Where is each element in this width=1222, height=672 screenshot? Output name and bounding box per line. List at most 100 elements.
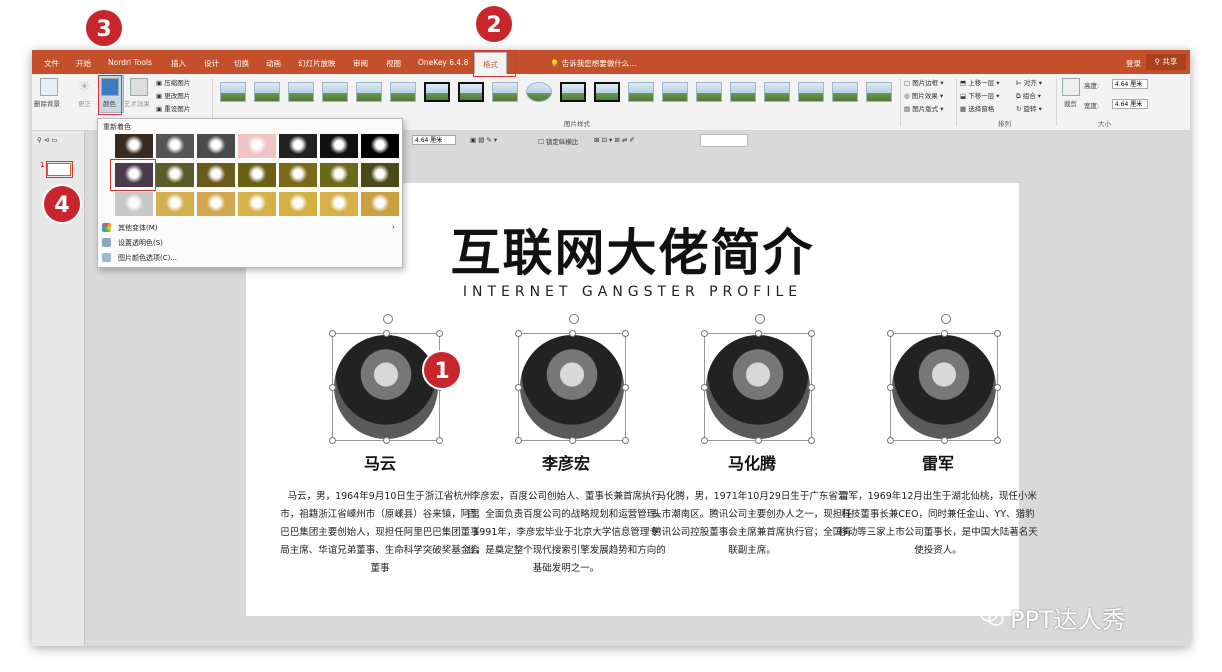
rotate[interactable]: ↻ 旋转 ▾ [1016,103,1042,113]
picture-layout[interactable]: ▤ 图片版式 ▾ [904,103,944,113]
picture-style-thumb[interactable] [662,82,688,102]
corrections-label[interactable]: 更正 [78,98,91,108]
tab-1[interactable]: 开始 [76,58,91,69]
picture-style-thumb[interactable] [220,82,246,102]
resize-handle[interactable] [329,384,336,391]
resize-handle[interactable] [515,437,522,444]
lock-aspect-checkbox[interactable]: ☐ 锁定纵横比 [538,136,578,146]
picture-style-thumb[interactable] [696,82,722,102]
picture-style-thumb[interactable] [322,82,348,102]
corrections-icon[interactable]: ☀ [78,79,91,95]
photo-selection[interactable] [329,314,443,444]
picture-style-thumb[interactable] [594,82,620,102]
recolor-swatch[interactable] [238,192,276,216]
recolor-swatch[interactable] [279,192,317,216]
recolor-swatch[interactable] [279,163,317,187]
share-button[interactable]: ⚲ 共享 [1146,54,1186,70]
recolor-swatch[interactable] [156,134,194,158]
slide-subtitle[interactable]: INTERNET GANGSTER PROFILE [246,284,1019,300]
toolbar-icons-right[interactable]: ⊠ ⊡ ▾ ⊞ ⇄ ✐ [594,136,635,144]
resize-handle[interactable] [994,330,1001,337]
resize-handle[interactable] [383,437,390,444]
height-input[interactable]: 4.64 厘米 [1112,79,1148,89]
tab-5[interactable]: 切换 [234,58,249,69]
picture-style-thumb[interactable] [832,82,858,102]
resize-handle[interactable] [569,437,576,444]
tab-0[interactable]: 文件 [44,58,59,69]
resize-handle[interactable] [887,384,894,391]
tab-10[interactable]: OneKey 6.4.8 [418,58,468,67]
selection-pane[interactable]: ▦ 选择窗格 [960,103,994,113]
recolor-swatch[interactable] [279,134,317,158]
picture-style-thumb[interactable] [798,82,824,102]
picture-style-thumb[interactable] [458,82,484,102]
profile-photo[interactable] [520,335,624,439]
resize-handle[interactable] [436,437,443,444]
resize-handle[interactable] [755,330,762,337]
resize-handle[interactable] [569,330,576,337]
recolor-swatch[interactable] [156,192,194,216]
picture-style-thumb[interactable] [560,82,586,102]
resize-handle[interactable] [808,384,815,391]
color-select[interactable] [700,134,748,147]
resize-handle[interactable] [941,437,948,444]
tab-6[interactable]: 动画 [266,58,281,69]
recolor-swatch[interactable] [197,134,235,158]
picture-border[interactable]: ▢ 图片边框 ▾ [904,77,944,87]
tab-7[interactable]: 幻灯片放映 [298,58,336,69]
recolor-swatch[interactable] [115,134,153,158]
tab-9[interactable]: 视图 [386,58,401,69]
profile-photo[interactable] [892,335,996,439]
recolor-swatch[interactable] [361,192,399,216]
person-name[interactable]: 马化腾 [652,450,852,474]
remove-background-label[interactable]: 删除背景 [34,98,60,108]
picture-style-thumb[interactable] [254,82,280,102]
recolor-swatch[interactable] [115,192,153,216]
person-name[interactable]: 马云 [280,450,480,474]
picture-style-thumb[interactable] [424,82,450,102]
person-description[interactable]: 马云，男，1964年9月10日生于浙江省杭州市，祖籍浙江省嵊州市（原嵊县）谷来镇… [280,488,480,578]
rotate-handle-icon[interactable] [941,314,951,324]
art-effects-label[interactable]: 艺术效果 [124,98,150,108]
rotate-handle-icon[interactable] [383,314,393,324]
person-name[interactable]: 李彦宏 [466,450,666,474]
resize-handle[interactable] [994,384,1001,391]
group[interactable]: ⧉ 组合 ▾ [1016,90,1041,101]
recolor-swatch[interactable] [238,134,276,158]
picture-style-thumb[interactable] [866,82,892,102]
crop-label[interactable]: 裁剪 [1064,98,1077,108]
profile-photo[interactable] [334,335,438,439]
recolor-swatch[interactable] [320,134,358,158]
picture-style-thumb[interactable] [764,82,790,102]
tab-2[interactable]: Nordri Tools [108,58,152,67]
person-description[interactable]: 李彦宏，百度公司创始人、董事长兼首席执行官，全面负责百度公司的战略规划和运营管理… [466,488,666,578]
recolor-swatch[interactable] [320,192,358,216]
change-picture[interactable]: ▣ 更改图片 [156,90,190,100]
resize-handle[interactable] [808,330,815,337]
resize-handle[interactable] [994,437,1001,444]
photo-selection[interactable] [701,314,815,444]
tell-me-search[interactable]: 💡 告诉我您想要做什么... [550,58,636,69]
resize-handle[interactable] [887,437,894,444]
resize-handle[interactable] [941,330,948,337]
recolor-swatch[interactable] [197,192,235,216]
resize-handle[interactable] [701,384,708,391]
picture-style-thumb[interactable] [288,82,314,102]
send-backward[interactable]: ⬓ 下移一层 ▾ [960,90,1000,100]
tab-3[interactable]: 插入 [171,58,186,69]
picture-effects[interactable]: ◎ 图片效果 ▾ [904,90,943,100]
resize-handle[interactable] [622,384,629,391]
resize-handle[interactable] [808,437,815,444]
resize-handle[interactable] [515,330,522,337]
reset-picture[interactable]: ▣ 重设图片 [156,103,190,113]
resize-handle[interactable] [887,330,894,337]
compress-pictures[interactable]: ▣ 压缩图片 [156,77,190,87]
person-name[interactable]: 雷军 [838,450,1038,474]
resize-handle[interactable] [383,330,390,337]
toolbar-icons-mid[interactable]: ▣ ▤ ✎ ▾ [470,136,497,144]
profile-photo[interactable] [706,335,810,439]
resize-handle[interactable] [436,330,443,337]
width-input[interactable]: 4.64 厘米 [1112,99,1148,109]
recolor-swatch[interactable] [197,163,235,187]
color-options-item[interactable]: 图片颜色选项(C)... [118,253,177,263]
